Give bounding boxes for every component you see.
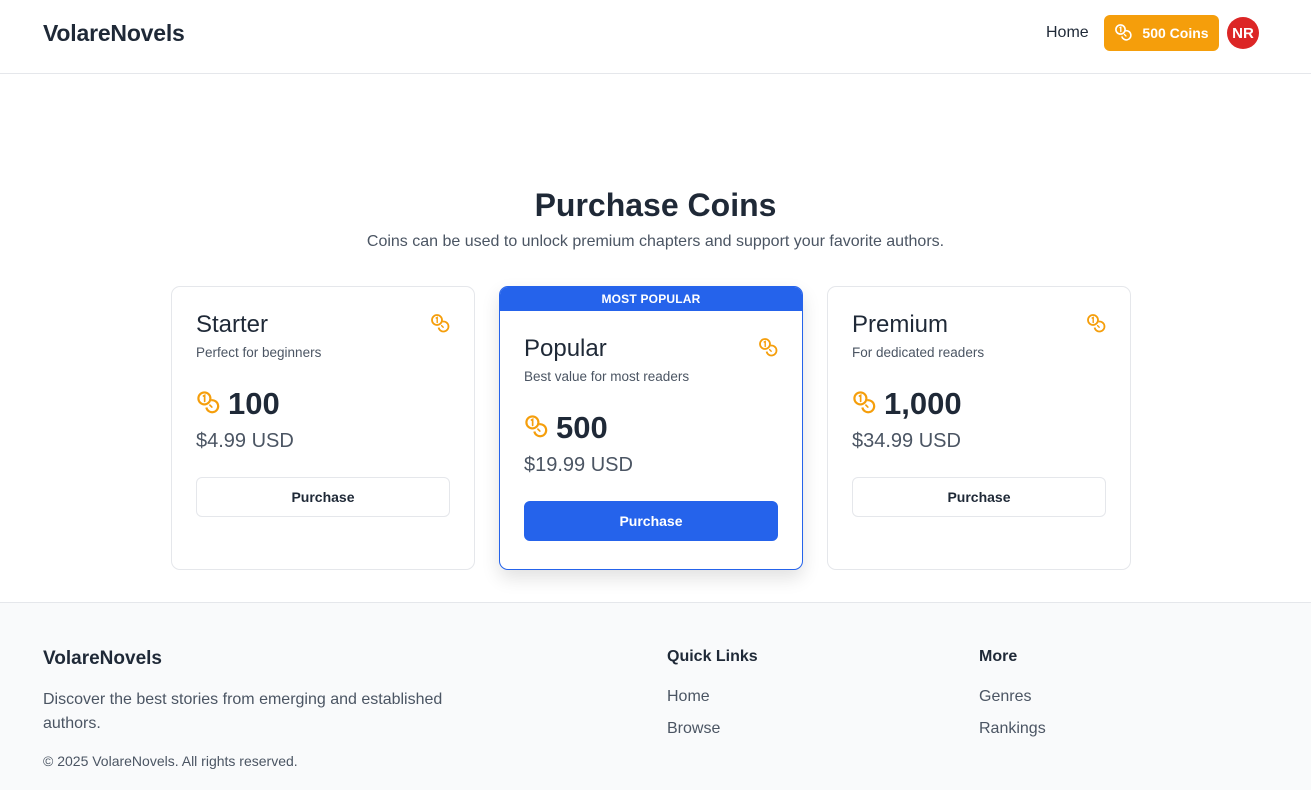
plan-price: $19.99 USD: [524, 454, 633, 476]
page-title: Purchase Coins: [534, 187, 777, 223]
plan-name: Premium: [852, 311, 949, 338]
coin-amount-row: 500: [524, 410, 778, 446]
purchase-button-popular[interactable]: Purchase: [524, 501, 778, 541]
coins-balance-label: 500 Coins: [1142, 25, 1209, 41]
coin-amount: 100: [228, 386, 280, 421]
footer-link-browse[interactable]: Browse: [667, 720, 720, 738]
purchase-button-starter[interactable]: Purchase: [196, 477, 450, 517]
plan-description: Best value for most readers: [524, 369, 690, 384]
coin-amount-row: 100: [196, 386, 450, 422]
coins-icon: [852, 390, 876, 419]
nav-home-link[interactable]: Home: [1046, 24, 1089, 42]
plan-description: Perfect for beginners: [196, 345, 322, 360]
plan-name: Starter: [196, 311, 269, 338]
plan-card-popular: MOST POPULAR Popular Best value for most…: [499, 286, 803, 570]
coin-amount: 1,000: [884, 386, 962, 421]
plan-name: Popular: [524, 335, 607, 362]
footer-brand: VolareNovels: [43, 648, 162, 669]
footer-more-title: More: [979, 648, 1018, 665]
plan-card-starter: Starter Perfect for beginners 100 $4.99: [171, 286, 475, 570]
coin-amount: 500: [556, 410, 608, 445]
footer-link-home[interactable]: Home: [667, 688, 710, 706]
user-avatar[interactable]: NR: [1227, 17, 1259, 49]
coins-icon: [758, 337, 778, 362]
footer-quick-links-title: Quick Links: [667, 648, 758, 665]
site-header: VolareNovels Home 500 Coins NR: [0, 0, 1311, 74]
coins-icon: [524, 414, 548, 443]
coins-icon: [196, 390, 220, 419]
page-subtitle: Coins can be used to unlock premium chap…: [366, 233, 945, 250]
footer-copyright: © 2025 VolareNovels. All rights reserved…: [43, 753, 298, 769]
purchase-button-premium[interactable]: Purchase: [852, 477, 1106, 517]
coins-icon: [1114, 23, 1133, 44]
plan-description: For dedicated readers: [852, 345, 985, 360]
footer-link-rankings[interactable]: Rankings: [979, 720, 1046, 738]
footer-description: Discover the best stories from emerging …: [43, 691, 443, 732]
coins-balance-button[interactable]: 500 Coins: [1104, 15, 1219, 51]
plan-price: $34.99 USD: [852, 430, 961, 452]
coins-icon: [1086, 313, 1106, 338]
plan-card-premium: Premium For dedicated readers 1,000 $34.: [827, 286, 1131, 570]
site-footer: VolareNovels Discover the best stories f…: [0, 602, 1311, 790]
plan-price: $4.99 USD: [196, 430, 294, 452]
footer-link-genres[interactable]: Genres: [979, 688, 1031, 706]
coin-amount-row: 1,000: [852, 386, 1106, 422]
coins-icon: [430, 313, 450, 338]
most-popular-badge: MOST POPULAR: [500, 287, 802, 311]
brand-logo[interactable]: VolareNovels: [43, 20, 185, 47]
